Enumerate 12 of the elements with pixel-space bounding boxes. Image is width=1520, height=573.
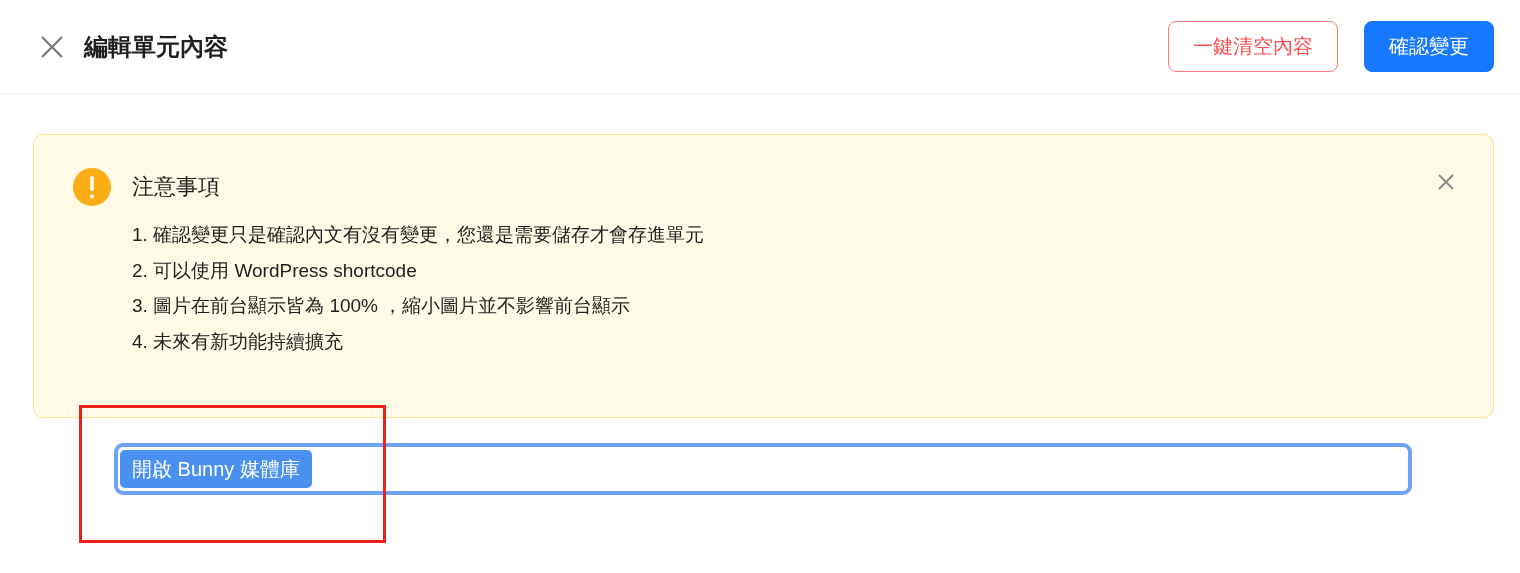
notice-item: 4. 未來有新功能持續擴充 — [132, 329, 345, 354]
media-library-button[interactable]: 開啟 Bunny 媒體庫 — [120, 450, 312, 488]
notice-title: 注意事項 — [132, 173, 221, 201]
dialog-title: 編輯單元內容 — [84, 31, 229, 62]
notice-item: 3. 圖片在前台顯示皆為 100% ，縮小圖片並不影響前台顯示 — [132, 294, 632, 318]
editor-field[interactable]: 開啟 Bunny 媒體庫 — [114, 443, 1412, 495]
confirm-button[interactable]: 確認變更 — [1364, 21, 1494, 72]
warning-icon — [72, 167, 112, 207]
close-icon[interactable] — [1437, 173, 1455, 191]
notice-item: 2. 可以使用 WordPress shortcode — [132, 258, 418, 283]
notice-item: 1. 確認變更只是確認內文有沒有變更，您還是需要儲存才會存進單元 — [132, 223, 706, 247]
clear-button[interactable]: 一鍵清空內容 — [1168, 21, 1338, 72]
